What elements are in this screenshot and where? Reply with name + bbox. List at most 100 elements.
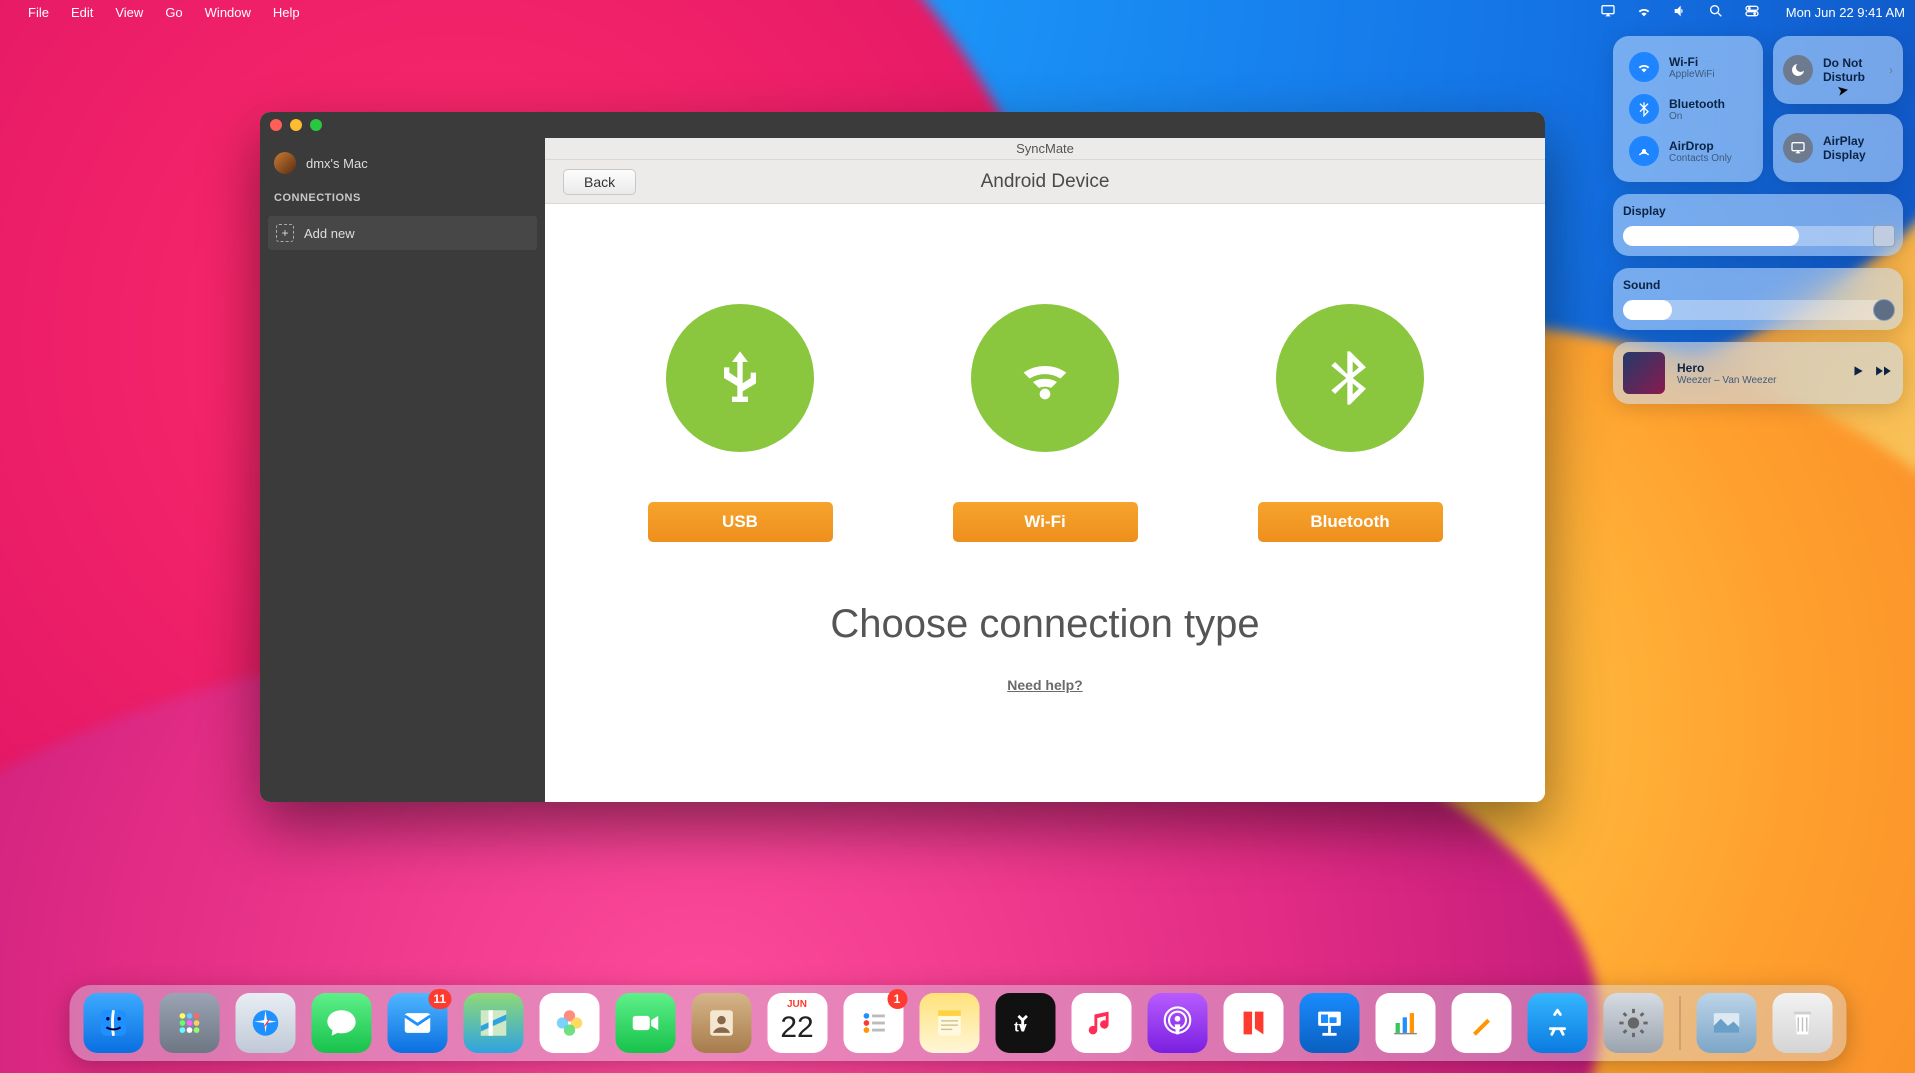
cc-sound-card: Sound — [1613, 268, 1903, 330]
cc-wifi-tile[interactable]: Wi-Fi AppleWiFi — [1623, 46, 1753, 88]
dock-app-reminders[interactable]: 1 — [843, 993, 903, 1053]
airdrop-icon — [1629, 136, 1659, 166]
cc-sound-label: Sound — [1623, 278, 1893, 292]
dock-app-maps[interactable] — [463, 993, 523, 1053]
dock-app-notes[interactable] — [919, 993, 979, 1053]
next-track-icon[interactable] — [1875, 364, 1893, 383]
now-playing-title: Hero — [1677, 361, 1839, 375]
sidebar-add-new[interactable]: + Add new — [268, 216, 537, 250]
cc-airplay-tile[interactable]: AirPlay Display — [1773, 114, 1903, 182]
wifi-status-icon[interactable] — [1636, 3, 1652, 22]
dock-trash[interactable] — [1772, 993, 1832, 1053]
moon-icon — [1783, 55, 1813, 85]
usb-icon — [666, 304, 814, 452]
window-title-text: SyncMate — [1016, 141, 1074, 156]
menu-window[interactable]: Window — [205, 5, 251, 20]
menu-edit[interactable]: Edit — [71, 5, 93, 20]
window-minimize-button[interactable] — [290, 119, 302, 131]
sidebar-add-new-label: Add new — [304, 226, 355, 241]
dock-app-news[interactable] — [1223, 993, 1283, 1053]
cc-display-label: Display — [1623, 204, 1893, 218]
dock-app-safari[interactable] — [235, 993, 295, 1053]
display-brightness-slider[interactable] — [1623, 226, 1893, 246]
mail-badge: 11 — [428, 989, 451, 1009]
dock-app-photos[interactable] — [539, 993, 599, 1053]
cc-bluetooth-tile[interactable]: Bluetooth On — [1623, 88, 1753, 130]
dock-app-launchpad[interactable] — [159, 993, 219, 1053]
dock-app-finder[interactable] — [83, 993, 143, 1053]
sidebar: dmx's Mac CONNECTIONS + Add new — [260, 138, 545, 802]
calendar-day: 22 — [780, 1011, 813, 1045]
cc-bluetooth-sub: On — [1669, 111, 1725, 122]
cc-airplay-title: AirPlay Display — [1823, 134, 1893, 163]
sidebar-profile[interactable]: dmx's Mac — [260, 138, 545, 184]
connection-type-chooser: USB Wi-Fi Bluetooth Ch — [545, 204, 1545, 802]
cc-dnd-title: Do Not Disturb — [1823, 56, 1879, 85]
dock-app-podcasts[interactable] — [1147, 993, 1207, 1053]
album-art — [1623, 352, 1665, 394]
cc-airdrop-tile[interactable]: AirDrop Contacts Only — [1623, 130, 1753, 172]
menu-bar-datetime[interactable]: Mon Jun 22 9:41 AM — [1786, 5, 1905, 20]
window-title: SyncMate — [545, 138, 1545, 160]
bluetooth-icon — [1629, 94, 1659, 124]
svg-text:tv: tv — [1014, 1020, 1027, 1036]
chevron-right-icon: › — [1889, 63, 1893, 77]
choose-connection-heading: Choose connection type — [830, 602, 1259, 647]
airplay-icon — [1783, 133, 1813, 163]
window-maximize-button[interactable] — [310, 119, 322, 131]
dock-app-system-preferences[interactable] — [1603, 993, 1663, 1053]
screen-mirroring-icon[interactable] — [1600, 3, 1616, 22]
cc-wifi-sub: AppleWiFi — [1669, 69, 1715, 80]
dock-app-mail[interactable]: 11 — [387, 993, 447, 1053]
cc-connectivity-card: Wi-Fi AppleWiFi Bluetooth On AirDrop — [1613, 36, 1763, 182]
connection-option-usb: USB — [648, 304, 833, 542]
cc-airdrop-sub: Contacts Only — [1669, 153, 1732, 164]
content-area: SyncMate Back Android Device USB — [545, 138, 1545, 802]
volume-status-icon[interactable] — [1672, 3, 1688, 22]
sound-volume-slider[interactable] — [1623, 300, 1893, 320]
menu-help[interactable]: Help — [273, 5, 300, 20]
dock-app-numbers[interactable] — [1375, 993, 1435, 1053]
content-toolbar: Back Android Device — [545, 160, 1545, 204]
dock-app-facetime[interactable] — [615, 993, 675, 1053]
dock-app-recent[interactable] — [1696, 993, 1756, 1053]
menu-go[interactable]: Go — [165, 5, 182, 20]
cc-bluetooth-title: Bluetooth — [1669, 97, 1725, 111]
control-center-icon[interactable] — [1744, 3, 1760, 22]
dock-app-contacts[interactable] — [691, 993, 751, 1053]
syncmate-window: dmx's Mac CONNECTIONS + Add new SyncMate… — [260, 112, 1545, 802]
wifi-large-icon — [971, 304, 1119, 452]
dock-app-pages[interactable] — [1451, 993, 1511, 1053]
dock-divider — [1679, 996, 1680, 1050]
connection-option-wifi: Wi-Fi — [953, 304, 1138, 542]
plus-icon: + — [276, 224, 294, 242]
menu-view[interactable]: View — [115, 5, 143, 20]
bluetooth-button[interactable]: Bluetooth — [1258, 502, 1443, 542]
control-center-panel: Wi-Fi AppleWiFi Bluetooth On AirDrop — [1613, 36, 1903, 404]
usb-button[interactable]: USB — [648, 502, 833, 542]
cc-airdrop-title: AirDrop — [1669, 139, 1732, 153]
menu-bar: File Edit View Go Window Help Mon Jun 22… — [0, 0, 1915, 24]
play-icon[interactable] — [1851, 364, 1865, 383]
calendar-month: JUN — [787, 999, 807, 1010]
dock: 11 JUN 22 1 tv — [69, 985, 1846, 1061]
cc-wifi-title: Wi-Fi — [1669, 55, 1715, 69]
dock-app-messages[interactable] — [311, 993, 371, 1053]
need-help-link[interactable]: Need help? — [1007, 677, 1082, 693]
dock-app-calendar[interactable]: JUN 22 — [767, 993, 827, 1053]
now-playing-sub: Weezer – Van Weezer — [1677, 375, 1839, 386]
dock-app-tv[interactable]: tv — [995, 993, 1055, 1053]
menu-bar-app-menus: File Edit View Go Window Help — [28, 5, 300, 20]
wifi-button[interactable]: Wi-Fi — [953, 502, 1138, 542]
window-close-button[interactable] — [270, 119, 282, 131]
dock-app-music[interactable] — [1071, 993, 1131, 1053]
cc-now-playing-card[interactable]: Hero Weezer – Van Weezer — [1613, 342, 1903, 404]
dock-app-keynote[interactable] — [1299, 993, 1359, 1053]
dock-app-appstore[interactable] — [1527, 993, 1587, 1053]
menu-bar-status-icons: Mon Jun 22 9:41 AM — [1600, 3, 1905, 22]
window-titlebar[interactable] — [260, 112, 1545, 138]
menu-file[interactable]: File — [28, 5, 49, 20]
sidebar-section-title: CONNECTIONS — [260, 184, 545, 212]
spotlight-icon[interactable] — [1708, 3, 1724, 22]
cc-display-card: Display — [1613, 194, 1903, 256]
